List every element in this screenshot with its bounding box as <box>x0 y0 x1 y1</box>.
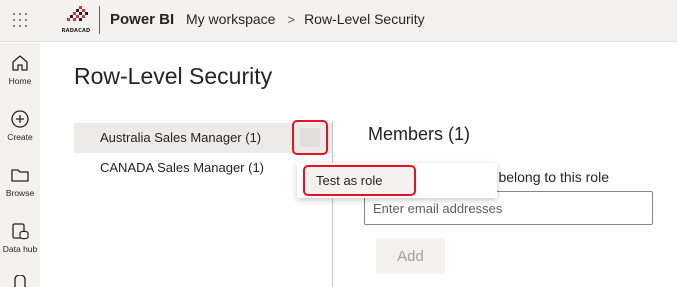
breadcrumb-workspace[interactable]: My workspace <box>186 11 275 27</box>
radacad-logo: RADACAD <box>61 4 91 36</box>
nav-label-data-hub: Data hub <box>2 244 38 254</box>
product-name[interactable]: Power BI <box>110 11 174 28</box>
app-launcher-icon[interactable] <box>13 13 27 27</box>
panel-divider <box>332 121 333 287</box>
more-options-icon <box>300 128 320 147</box>
add-button[interactable]: Add <box>376 238 445 274</box>
role-item-canada[interactable]: CANADA Sales Manager (1) <box>74 153 332 183</box>
home-icon <box>12 55 28 71</box>
role-more-options-button[interactable] <box>292 120 328 155</box>
left-nav: Home Create Browse Data hub <box>0 43 40 287</box>
data-hub-icon <box>12 223 29 240</box>
nav-label-browse: Browse <box>5 188 35 198</box>
logo-text: RADACAD <box>61 28 91 34</box>
nav-label-home: Home <box>8 76 32 86</box>
header-divider <box>99 6 100 34</box>
nav-item-data-hub[interactable]: Data hub <box>0 221 40 254</box>
test-as-role-menu-item[interactable]: Test as role <box>303 165 416 196</box>
metrics-icon <box>14 275 26 287</box>
role-context-menu: Test as role <box>297 163 497 198</box>
nav-item-metrics[interactable] <box>0 275 40 287</box>
chevron-right-icon: > <box>287 11 296 27</box>
nav-item-browse[interactable]: Browse <box>0 165 40 198</box>
logo-mark-icon <box>67 6 88 21</box>
top-bar: RADACAD Power BI My workspace > Row-Leve… <box>0 0 677 42</box>
members-description: ho belong to this role <box>479 169 609 185</box>
nav-item-create[interactable]: Create <box>0 109 40 142</box>
nav-label-create: Create <box>7 132 33 142</box>
nav-item-home[interactable]: Home <box>0 53 40 86</box>
page-title: Row-Level Security <box>74 63 273 89</box>
members-title: Members (1) <box>368 124 471 144</box>
create-icon <box>11 110 29 128</box>
breadcrumb: My workspace > Row-Level Security <box>186 11 425 27</box>
folder-icon <box>11 169 29 182</box>
breadcrumb-current: Row-Level Security <box>304 11 425 27</box>
